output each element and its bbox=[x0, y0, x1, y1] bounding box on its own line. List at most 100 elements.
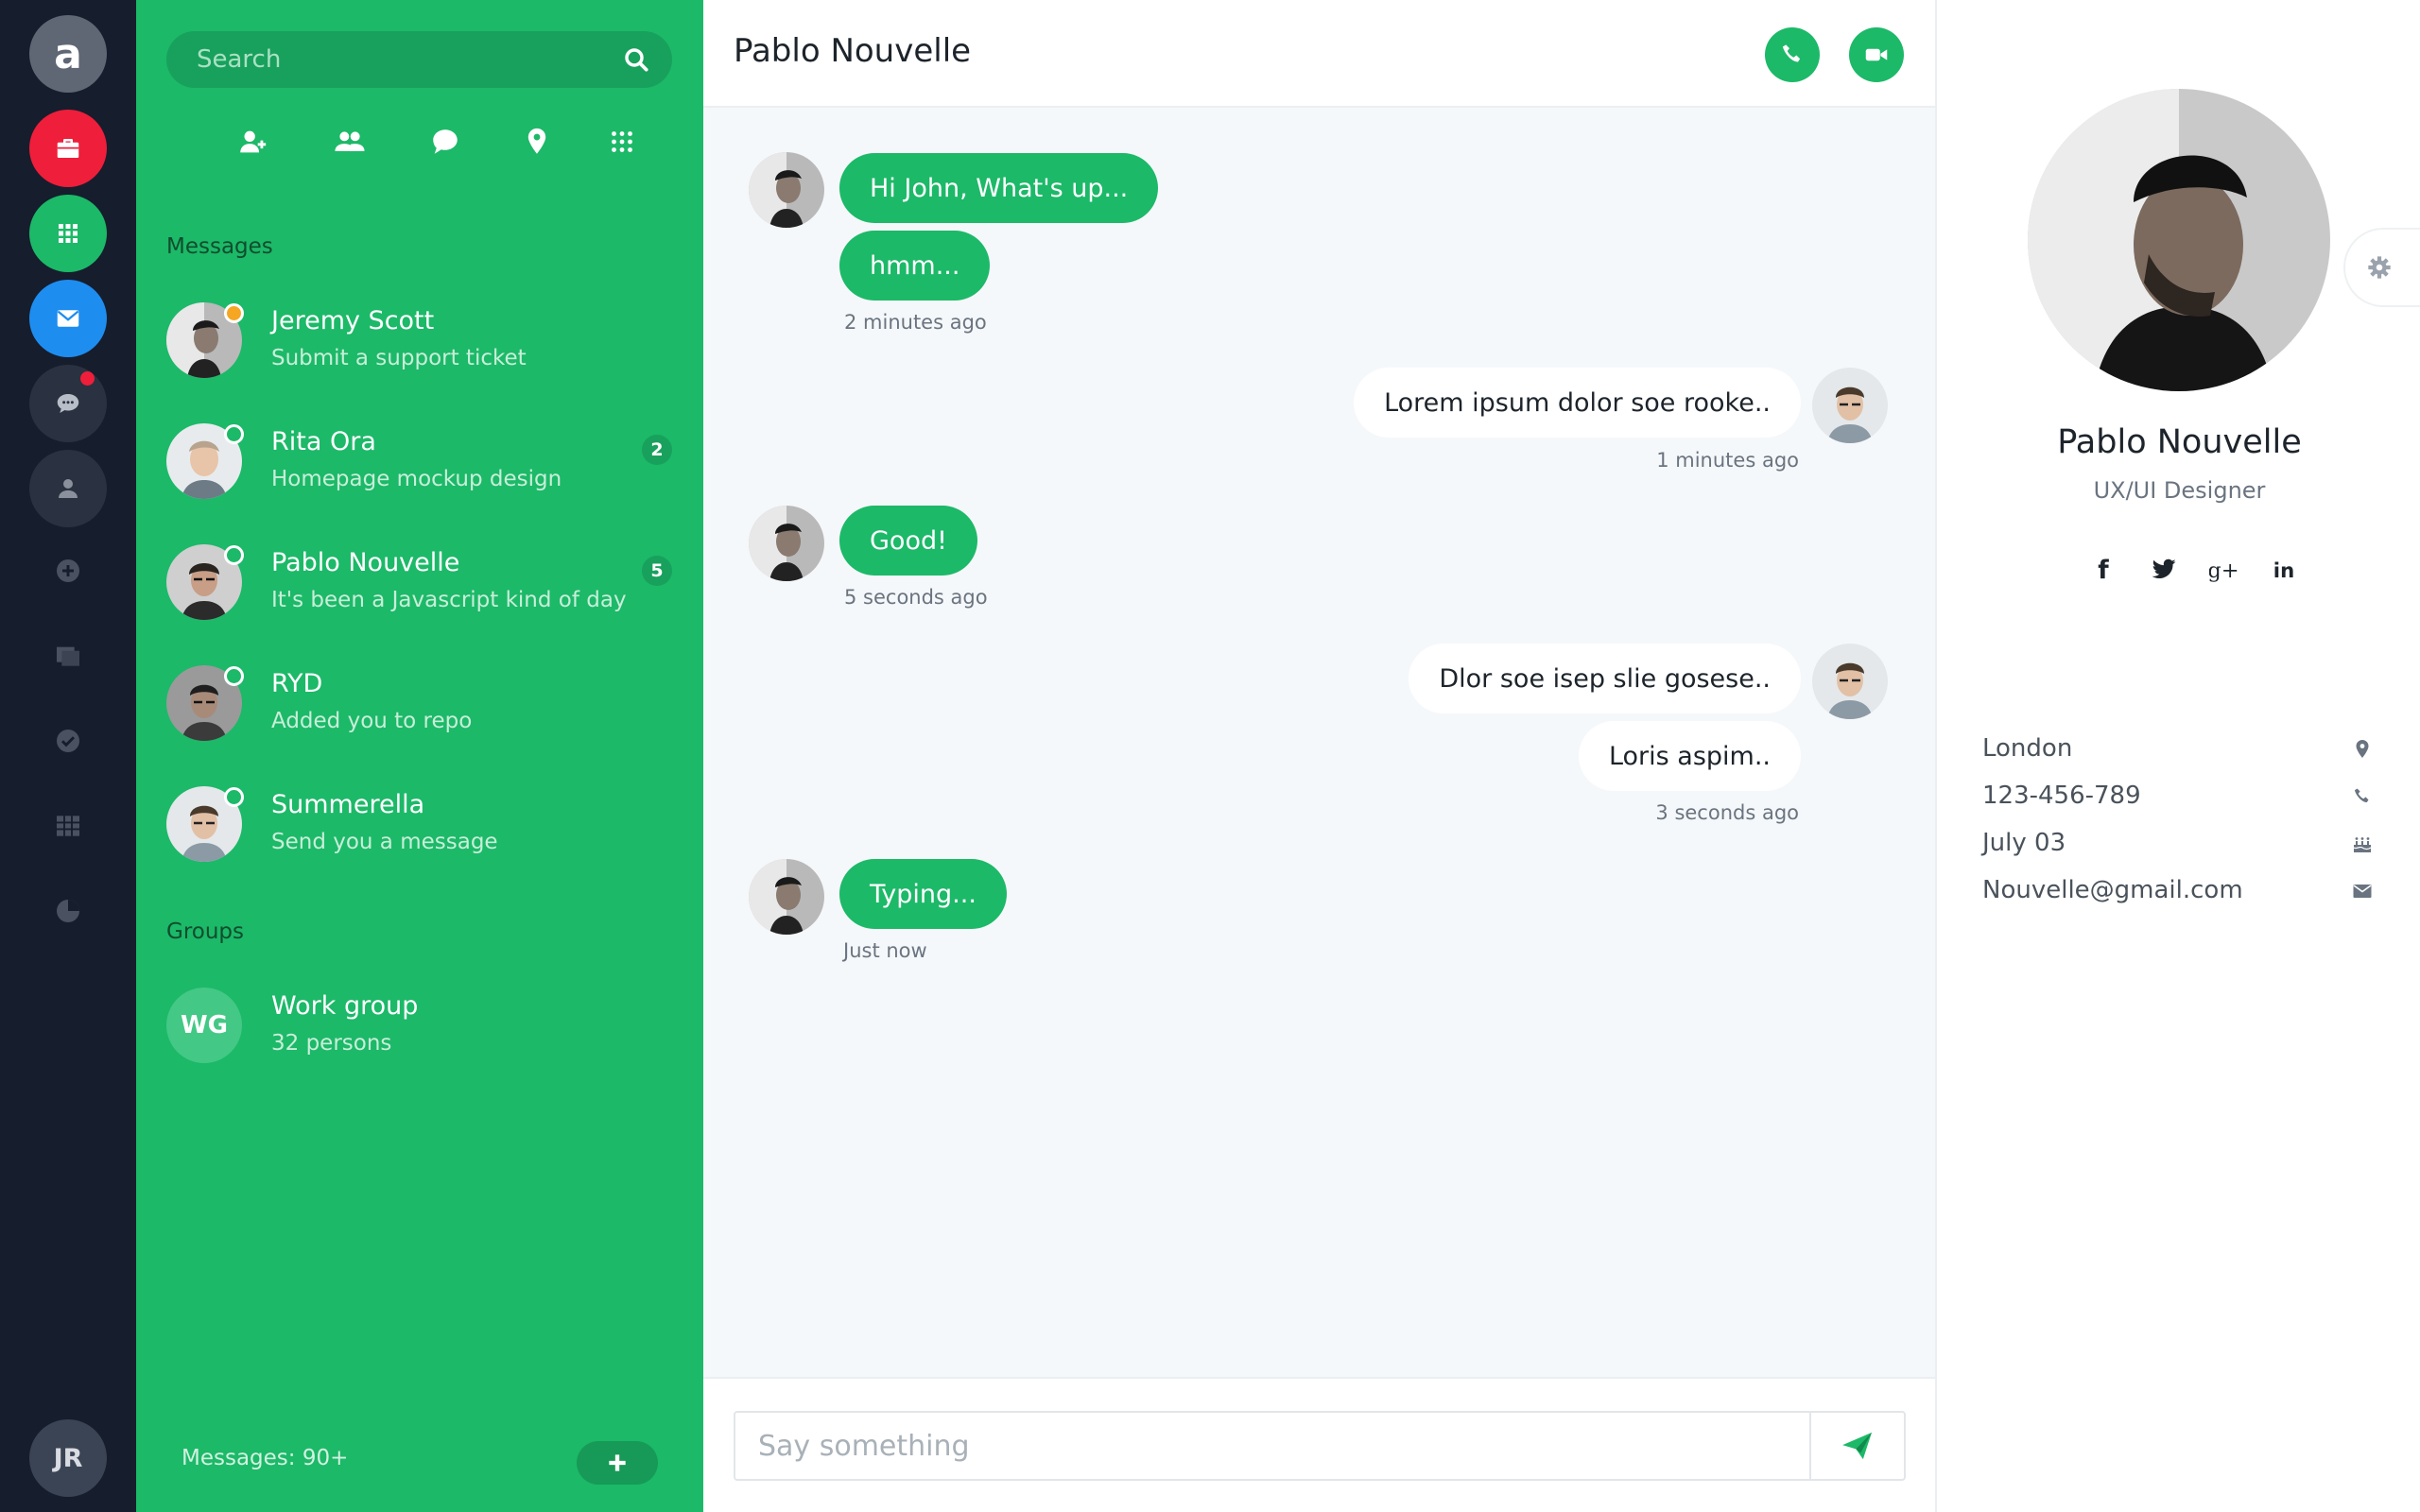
my-avatar bbox=[1812, 644, 1888, 719]
search-icon[interactable] bbox=[621, 44, 651, 75]
user-avatar[interactable]: JR bbox=[29, 1419, 107, 1497]
profile-button[interactable] bbox=[29, 450, 107, 527]
briefcase-button[interactable] bbox=[29, 110, 107, 187]
table-icon bbox=[57, 816, 79, 836]
twitter-icon bbox=[2152, 558, 2176, 579]
profile-name: Pablo Nouvelle bbox=[2057, 423, 2302, 461]
plus-circle-icon bbox=[57, 559, 79, 582]
status-indicator bbox=[224, 545, 244, 565]
chat-title: Pablo Nouvelle bbox=[734, 32, 972, 70]
chat-button[interactable] bbox=[29, 365, 107, 442]
envelope-icon bbox=[2353, 885, 2372, 898]
apps-grid-icon bbox=[59, 224, 78, 243]
app-logo[interactable]: a bbox=[29, 15, 107, 93]
email-text: Nouvelle@gmail.com bbox=[1982, 876, 2243, 904]
contact-item[interactable]: Pablo Nouvelle It's been a Javascript ki… bbox=[166, 544, 672, 635]
contact-item[interactable]: Jeremy Scott Submit a support ticket bbox=[166, 302, 672, 393]
video-icon bbox=[1865, 48, 1888, 61]
apps-button[interactable] bbox=[29, 195, 107, 272]
group-member-count: 32 persons bbox=[271, 1031, 392, 1056]
message-bubble: Good! bbox=[839, 506, 977, 576]
icon-rail: a JR bbox=[0, 0, 136, 1512]
video-call-button[interactable] bbox=[1849, 27, 1904, 82]
profile-phone: 123-456-789 bbox=[1982, 778, 2376, 816]
plus-icon bbox=[609, 1454, 626, 1471]
profile-location: London bbox=[1982, 730, 2376, 768]
contact-name: Pablo Nouvelle bbox=[271, 548, 460, 577]
voice-call-button[interactable] bbox=[1765, 27, 1820, 82]
message-timestamp: 5 seconds ago bbox=[844, 586, 988, 609]
search-bar bbox=[166, 31, 672, 88]
location-button[interactable] bbox=[516, 121, 558, 163]
mail-button[interactable] bbox=[29, 280, 107, 357]
location-text: London bbox=[1982, 734, 2073, 763]
linkedin-link[interactable]: in bbox=[2267, 552, 2301, 586]
message-bubble: Dlor soe isep slie gosese.. bbox=[1409, 644, 1801, 713]
chat-area: Pablo Nouvelle Hi John, What's up... hmm… bbox=[703, 0, 1935, 1512]
add-contact-button[interactable] bbox=[232, 121, 273, 163]
phone-text: 123-456-789 bbox=[1982, 782, 2141, 810]
google-plus-icon: g+ bbox=[2209, 558, 2238, 583]
users-icon bbox=[335, 131, 365, 151]
sender-avatar bbox=[749, 506, 824, 581]
apps-icon bbox=[612, 131, 632, 152]
contact-item[interactable]: RYD Added you to repo bbox=[166, 665, 672, 756]
add-button[interactable] bbox=[47, 550, 89, 592]
briefcase-icon bbox=[57, 139, 79, 158]
status-indicator bbox=[224, 303, 244, 323]
message-timestamp: 2 minutes ago bbox=[844, 311, 987, 334]
users-button[interactable] bbox=[329, 121, 371, 163]
contact-preview: Homepage mockup design bbox=[271, 467, 562, 491]
pie-chart-icon bbox=[57, 900, 79, 922]
add-contact-icon bbox=[240, 130, 267, 153]
message-bubble: Lorem ipsum dolor soe rooke.. bbox=[1354, 368, 1801, 438]
more-apps-button[interactable] bbox=[601, 121, 643, 163]
group-item[interactable]: WG Work group 32 persons bbox=[166, 988, 672, 1078]
location-pin-icon bbox=[2356, 740, 2369, 758]
message-timestamp: 3 seconds ago bbox=[1655, 801, 1799, 824]
facebook-link[interactable]: f bbox=[2086, 552, 2120, 586]
contact-preview: Submit a support ticket bbox=[271, 346, 527, 370]
my-avatar bbox=[1812, 368, 1888, 443]
contact-name: Jeremy Scott bbox=[271, 306, 435, 335]
contact-item[interactable]: Rita Ora Homepage mockup design 2 bbox=[166, 423, 672, 514]
send-button[interactable] bbox=[1809, 1413, 1904, 1479]
message-input[interactable] bbox=[735, 1413, 1809, 1479]
message-timestamp: Just now bbox=[843, 939, 927, 962]
phone-icon bbox=[1782, 44, 1801, 62]
send-icon bbox=[1842, 1432, 1872, 1460]
contact-preview: Send you a message bbox=[271, 830, 498, 854]
profile-photo bbox=[2028, 89, 2330, 391]
chat-bubble-icon bbox=[433, 129, 458, 154]
google-plus-link[interactable]: g+ bbox=[2206, 552, 2240, 586]
phone-icon bbox=[2354, 788, 2369, 802]
profile-birthday: July 03 bbox=[1982, 825, 2376, 863]
reports-button[interactable] bbox=[47, 890, 89, 932]
sender-avatar bbox=[749, 859, 824, 935]
mail-icon bbox=[57, 310, 79, 327]
contacts-panel: Messages Jeremy Scott Submit a support t… bbox=[136, 0, 703, 1512]
chat-filter-button[interactable] bbox=[424, 121, 466, 163]
tasks-button[interactable] bbox=[47, 720, 89, 762]
twitter-link[interactable] bbox=[2147, 552, 2181, 586]
copy-button[interactable] bbox=[47, 635, 89, 677]
sender-avatar bbox=[749, 152, 824, 228]
contact-tools bbox=[166, 121, 672, 163]
new-message-button[interactable] bbox=[577, 1441, 658, 1485]
message-composer bbox=[703, 1377, 1935, 1512]
notification-dot bbox=[80, 371, 95, 386]
chat-icon bbox=[57, 394, 79, 413]
location-pin-icon bbox=[527, 128, 546, 154]
check-circle-icon bbox=[57, 730, 79, 752]
compose-box bbox=[734, 1411, 1906, 1481]
search-input[interactable] bbox=[166, 31, 611, 88]
status-indicator bbox=[224, 787, 244, 807]
contact-name: Rita Ora bbox=[271, 427, 376, 456]
group-avatar: WG bbox=[166, 988, 242, 1063]
contact-item[interactable]: Summerella Send you a message bbox=[166, 786, 672, 877]
messages-section-title: Messages bbox=[166, 234, 273, 259]
linkedin-icon: in bbox=[2273, 559, 2294, 583]
settings-tab[interactable] bbox=[2343, 228, 2420, 307]
table-button[interactable] bbox=[47, 805, 89, 847]
copy-icon bbox=[57, 646, 79, 666]
